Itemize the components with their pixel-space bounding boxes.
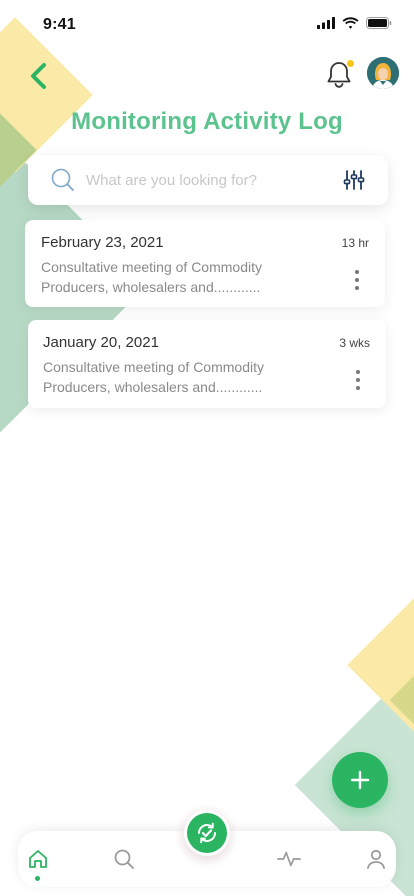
- home-icon: [29, 850, 47, 868]
- center-action-button[interactable]: [184, 810, 230, 856]
- notification-badge: [346, 59, 355, 68]
- nav-activity[interactable]: [277, 847, 301, 871]
- avatar[interactable]: [367, 57, 399, 89]
- activity-description: Consultative meeting of Commodity Produc…: [41, 259, 262, 295]
- search-icon[interactable]: [50, 167, 76, 193]
- nav-search[interactable]: [112, 847, 136, 871]
- activity-time-ago: 3 wks: [339, 336, 370, 350]
- more-options-icon[interactable]: [353, 270, 361, 290]
- nav-home[interactable]: [26, 847, 50, 871]
- status-icons: [317, 17, 392, 29]
- chevron-left-icon: [31, 63, 46, 89]
- sync-check-icon: [198, 822, 216, 844]
- activity-description: Consultative meeting of Commodity Produc…: [43, 359, 264, 395]
- nav-profile[interactable]: [364, 847, 388, 871]
- decorative-shape: [347, 587, 414, 743]
- status-time: 9:41: [43, 16, 76, 33]
- nav-active-indicator: [35, 876, 40, 881]
- more-options-icon[interactable]: [354, 370, 362, 390]
- battery-icon: [366, 17, 392, 29]
- activity-date: January 20, 2021: [43, 334, 159, 351]
- signal-icon: [317, 17, 335, 29]
- activity-time-ago: 13 hr: [341, 236, 369, 250]
- activity-icon: [277, 851, 301, 867]
- filter-icon[interactable]: [342, 168, 366, 192]
- add-activity-button[interactable]: [332, 752, 388, 808]
- search-icon: [114, 849, 134, 869]
- activity-date: February 23, 2021: [41, 234, 164, 251]
- center-action-inner: [187, 813, 227, 853]
- status-bar: 9:41: [0, 0, 414, 48]
- user-avatar-icon: [367, 57, 399, 89]
- search-bar: [28, 155, 388, 205]
- search-input[interactable]: [86, 171, 342, 189]
- notifications-button[interactable]: [325, 58, 355, 90]
- activity-card[interactable]: January 20, 2021 3 wks Consultative meet…: [28, 320, 386, 408]
- decorative-shape: [389, 671, 414, 729]
- back-button[interactable]: [24, 62, 52, 90]
- wifi-icon: [342, 17, 359, 29]
- plus-icon: [350, 770, 370, 790]
- page-title: Monitoring Activity Log: [71, 108, 343, 135]
- user-icon: [367, 849, 385, 869]
- activity-card[interactable]: February 23, 2021 13 hr Consultative mee…: [25, 220, 385, 307]
